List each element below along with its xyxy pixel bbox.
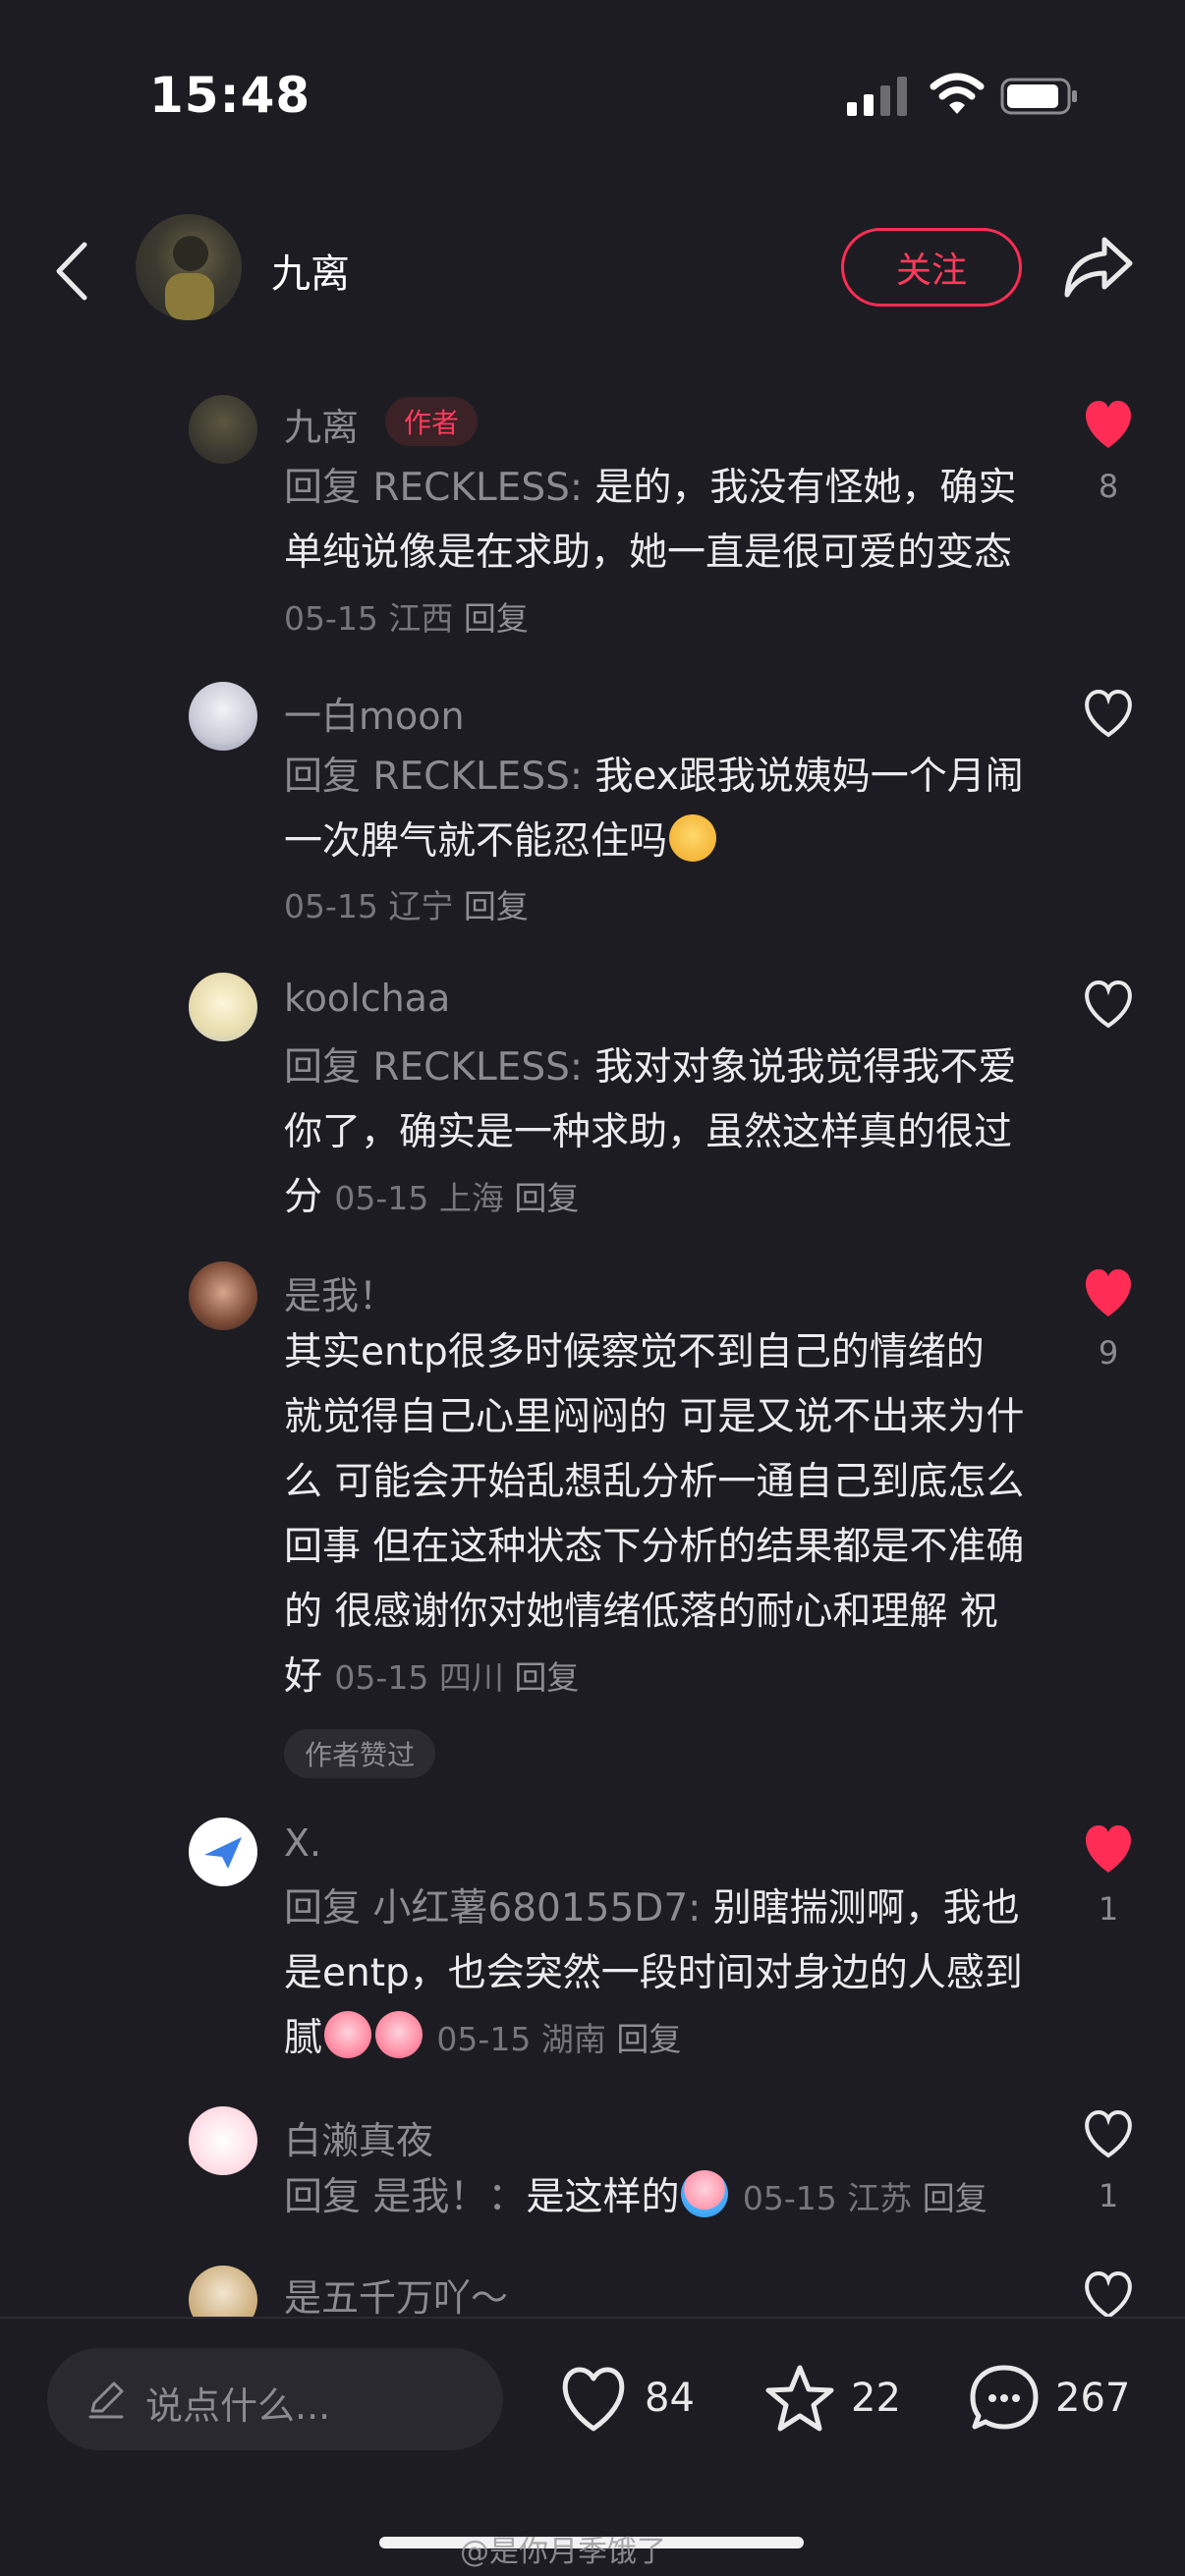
author-name[interactable]: 九离 [271, 242, 350, 299]
comment-input-placeholder[interactable]: 说点什么... [145, 2376, 330, 2430]
comment-location: 江西 [388, 599, 454, 638]
heart-filled-icon[interactable] [1081, 1267, 1136, 1318]
comment-body[interactable]: 回复 RECKLESS: 我ex跟我说姨妈一个月闹一次脾气就不能忍住吗 [284, 745, 1031, 874]
status-time: 15:48 [149, 67, 311, 124]
comment-username[interactable]: X. [284, 1821, 321, 1865]
comment-location: 辽宁 [388, 887, 454, 925]
reply-button[interactable]: 回复 [923, 2179, 988, 2217]
comment-bubble-icon[interactable] [967, 2362, 1042, 2436]
reply-target[interactable]: RECKLESS [372, 755, 569, 799]
crying-emoji-icon [324, 2011, 372, 2058]
like-count: 1 [1098, 1890, 1119, 1928]
star-total: 22 [851, 2376, 901, 2421]
comment-username[interactable]: 是五千万吖～ [284, 2268, 508, 2322]
reply-colon: : [569, 466, 595, 510]
back-arrow-icon[interactable] [51, 241, 90, 302]
reply-target[interactable]: RECKLESS [372, 466, 569, 510]
author-badge: 作者 [385, 397, 478, 446]
bathing-emoji-icon [681, 2170, 729, 2217]
comment-date: 05-15 [334, 1658, 429, 1697]
reply-button[interactable]: 回复 [464, 887, 529, 925]
reply-prefix: 回复 [284, 755, 373, 799]
follow-button[interactable]: 关注 [841, 228, 1022, 307]
heart-outline-icon[interactable] [1081, 2269, 1136, 2321]
author-liked-badge: 作者赞过 [284, 1729, 435, 1778]
comment-body[interactable]: 回复 RECKLESS: 我对对象说我觉得我不爱你了，确实是一种求助，虽然这样真… [284, 1036, 1031, 1231]
comment-avatar[interactable] [189, 395, 257, 464]
reply-target[interactable]: RECKLESS [372, 1045, 569, 1090]
comment-total: 267 [1055, 2376, 1131, 2421]
heart-filled-icon[interactable] [1081, 399, 1136, 450]
pencil-icon [88, 2381, 124, 2419]
comment-username[interactable]: 一白moon [284, 686, 465, 740]
comment-text: 其实entp很多时候察觉不到自己的情绪的 就觉得自己心里闷闷的 可是又说不出来为… [284, 1330, 1025, 1699]
comment-body[interactable]: 回复 RECKLESS: 是的，我没有怪她，确实单纯说像是在求助，她一直是很可爱… [284, 456, 1031, 651]
comment-date: 05-15 [284, 599, 378, 638]
comment-date: 05-15 [334, 1179, 429, 1217]
reply-button[interactable]: 回复 [514, 1658, 579, 1697]
comment-meta: 05-15 辽宁 回复 [284, 874, 1031, 939]
comment-body[interactable]: 其实entp很多时候察觉不到自己的情绪的 就觉得自己心里闷闷的 可是又说不出来为… [284, 1320, 1031, 1710]
like-count: 9 [1098, 1334, 1119, 1372]
comment-location: 江苏 [847, 2179, 913, 2217]
comment-body[interactable]: 回复 是我！：是这样的 05-15 江苏 回复 [284, 2165, 1031, 2231]
heart-filled-icon[interactable] [1081, 1823, 1136, 1875]
reply-button[interactable]: 回复 [616, 2020, 681, 2058]
reply-button[interactable]: 回复 [464, 599, 529, 638]
heart-outline-icon[interactable] [1081, 688, 1136, 739]
reply-prefix: 回复 [284, 1045, 373, 1090]
like-count: 1 [1098, 2177, 1119, 2214]
crying-emoji-icon [375, 2011, 423, 2058]
reply-colon: ： [487, 2175, 527, 2219]
pig-emoji-icon [669, 814, 717, 862]
share-icon[interactable] [1061, 234, 1136, 301]
reply-target[interactable]: 小红薯680155D7 [372, 1886, 688, 1931]
reply-prefix: 回复 [284, 466, 373, 510]
comment-username[interactable]: 白濑真夜 [284, 2110, 433, 2164]
reply-prefix: 回复 [284, 1886, 373, 1931]
comment-date: 05-15 [742, 2179, 837, 2217]
comment-date: 05-15 [284, 887, 378, 925]
comment-username[interactable]: 是我！ [284, 1265, 396, 1319]
reply-target[interactable]: 是我！ [372, 2175, 487, 2219]
comment-date: 05-15 [436, 2020, 532, 2058]
comment-avatar[interactable] [189, 682, 257, 751]
reply-colon: : [569, 755, 595, 799]
reply-colon: : [569, 1045, 595, 1090]
reply-button[interactable]: 回复 [514, 1179, 579, 1217]
reply-prefix: 回复 [284, 2175, 373, 2219]
comment-avatar[interactable] [189, 973, 257, 1041]
wifi-icon [930, 73, 985, 114]
comment-location: 上海 [438, 1179, 504, 1217]
like-count: 8 [1098, 468, 1119, 505]
comment-location: 四川 [438, 1658, 504, 1697]
comment-body[interactable]: 回复 小红薯680155D7: 别瞎揣测啊，我也是entp，也会突然一段时间对身… [284, 1876, 1031, 2072]
cellular-signal-icon [847, 77, 907, 116]
heart-outline-icon[interactable] [1081, 979, 1136, 1030]
author-avatar[interactable] [136, 214, 242, 320]
reply-colon: : [688, 1886, 713, 1931]
comment-avatar[interactable] [189, 2106, 257, 2175]
comment-username[interactable]: 九离 [284, 397, 359, 451]
star-icon[interactable] [762, 2362, 837, 2436]
comment-avatar[interactable] [189, 1261, 257, 1330]
comment-text: 是这样的 [526, 2175, 680, 2219]
comment-avatar[interactable] [189, 1818, 257, 1886]
comment-location: 湖南 [540, 2020, 606, 2058]
heart-outline-icon[interactable] [1081, 2108, 1136, 2159]
like-total: 84 [645, 2376, 695, 2421]
comment-username[interactable]: koolchaa [284, 977, 450, 1020]
status-bar: 15:48 [0, 0, 1185, 196]
battery-icon [1000, 78, 1077, 115]
like-heart-icon[interactable] [556, 2362, 631, 2436]
watermark: @是你月季饿了 [460, 2535, 666, 2569]
